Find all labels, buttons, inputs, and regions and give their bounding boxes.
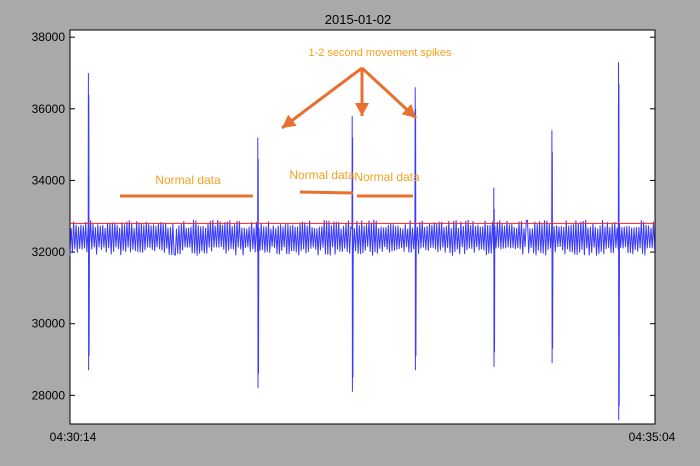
y-tick-label: 38000 [32, 30, 66, 44]
chart-svg: 2015-01-02 28000 30000 32000 34000 36000 3800… [32, 12, 676, 444]
y-tick-label: 34000 [32, 173, 66, 187]
x-tick-label-start: 04:30:14 [50, 430, 97, 444]
annotation-normal-label-2: Normal data [289, 168, 355, 182]
chart: 2015-01-02 28000 30000 32000 34000 36000 3800… [0, 0, 700, 461]
annotation-normal-label-1: Normal data [155, 173, 221, 187]
x-tick-label-end: 04:35:04 [629, 430, 676, 444]
annotation-normal-label-3: Normal data [354, 170, 420, 184]
y-tick-label: 30000 [32, 317, 66, 331]
y-tick-label: 36000 [32, 102, 66, 116]
chart-title: 2015-01-02 [325, 12, 392, 27]
annotation-underline-2 [299, 190, 354, 195]
annotation-spikes-label: 1-2 second movement spikes [308, 47, 452, 59]
y-tick-label: 32000 [32, 245, 66, 259]
y-tick-label: 28000 [32, 388, 66, 402]
